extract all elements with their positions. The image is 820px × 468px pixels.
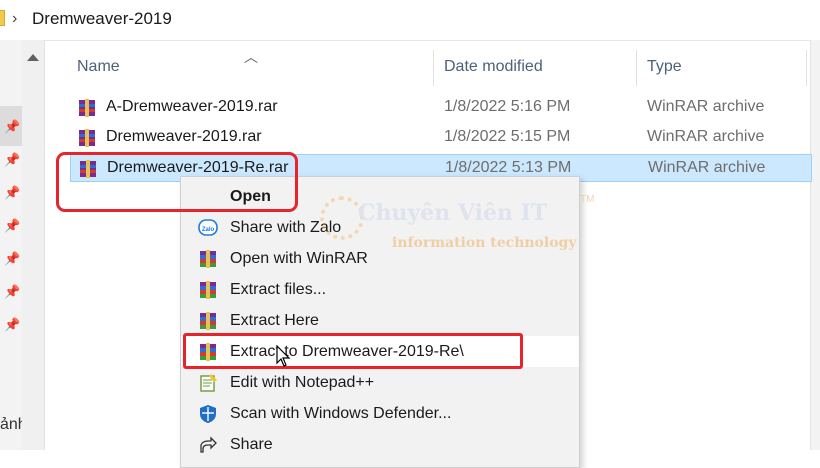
menu-item-edit-with-notepad-plus-plus[interactable]: Edit with Notepad++	[181, 367, 579, 398]
menu-item-open[interactable]: Open	[181, 181, 579, 212]
file-type: WinRAR archive	[647, 128, 765, 145]
menu-item-label: Share with Zalo	[230, 219, 342, 236]
watermark-trademark: TM	[580, 194, 595, 205]
pin-icon[interactable]: 📌	[4, 153, 20, 167]
pin-icon[interactable]: 📌	[4, 120, 20, 134]
zalo-icon: Zalo	[198, 219, 218, 236]
pin-icon[interactable]: 📌	[4, 186, 20, 200]
menu-item-label: Edit with Notepad++	[230, 374, 375, 391]
menu-item-extract-files[interactable]: Extract files...	[181, 274, 579, 305]
defender-shield-icon	[200, 405, 216, 423]
file-type: WinRAR archive	[648, 159, 766, 176]
winrar-icon	[200, 343, 216, 361]
file-name: Dremweaver-2019-Re.rar	[107, 159, 289, 176]
menu-item-label: Open with WinRAR	[230, 250, 368, 267]
mouse-cursor-icon	[276, 345, 291, 367]
context-menu: Open Zalo Share with Zalo Open with WinR…	[180, 176, 580, 468]
address-bar[interactable]: › Dremweaver-2019	[0, 0, 820, 41]
column-divider[interactable]	[636, 50, 637, 86]
share-icon	[200, 436, 217, 453]
menu-item-share-with-zalo[interactable]: Zalo Share with Zalo	[181, 212, 579, 243]
winrar-archive-icon	[79, 129, 95, 147]
menu-item-label: Scan with Windows Defender...	[230, 405, 452, 422]
file-name: Dremweaver-2019.rar	[106, 128, 262, 145]
pin-icon[interactable]: 📌	[4, 252, 20, 266]
nav-scrollbar[interactable]	[22, 40, 45, 450]
file-type: WinRAR archive	[647, 98, 765, 115]
navigation-pane: 📌 📌 📌 📌 📌 📌 📌	[0, 40, 22, 450]
menu-item-scan-with-windows-defender[interactable]: Scan with Windows Defender...	[181, 398, 579, 429]
file-row[interactable]: Dremweaver-2019.rar 1/8/2022 5:15 PM Win…	[70, 124, 812, 152]
pin-icon[interactable]: 📌	[4, 285, 20, 299]
menu-item-label: Extract to Dremweaver-2019-Re\	[230, 343, 464, 360]
winrar-archive-icon	[79, 99, 95, 117]
folder-icon	[0, 10, 5, 26]
winrar-icon	[200, 312, 216, 330]
menu-item-share[interactable]: Share	[181, 429, 579, 460]
breadcrumb-current-folder[interactable]: Dremweaver-2019	[32, 9, 172, 29]
menu-item-label: Extract files...	[230, 281, 327, 298]
menu-item-label: Share	[230, 436, 273, 453]
file-date: 1/8/2022 5:15 PM	[444, 128, 571, 145]
winrar-icon	[200, 281, 216, 299]
column-header-type[interactable]: Type	[647, 58, 682, 80]
pin-icon[interactable]: 📌	[4, 219, 20, 233]
menu-item-label: Open	[230, 188, 271, 205]
file-date: 1/8/2022 5:13 PM	[445, 159, 572, 176]
menu-item-label: Extract Here	[230, 312, 319, 329]
column-header-name[interactable]: Name	[77, 58, 120, 80]
winrar-icon	[200, 250, 216, 268]
menu-item-open-with-winrar[interactable]: Open with WinRAR	[181, 243, 579, 274]
menu-item-extract-to-folder[interactable]: Extract to Dremweaver-2019-Re\	[181, 336, 579, 367]
pin-icon[interactable]: 📌	[4, 318, 20, 332]
menu-item-extract-here[interactable]: Extract Here	[181, 305, 579, 336]
file-name: A-Dremweaver-2019.rar	[106, 98, 278, 115]
winrar-archive-icon	[80, 160, 96, 178]
file-date: 1/8/2022 5:16 PM	[444, 98, 571, 115]
column-divider[interactable]	[433, 50, 434, 86]
file-row[interactable]: A-Dremweaver-2019.rar 1/8/2022 5:16 PM W…	[70, 94, 812, 122]
column-divider[interactable]	[806, 50, 807, 86]
notepad-icon	[200, 374, 217, 392]
scroll-up-arrow-icon[interactable]	[27, 54, 39, 61]
sort-ascending-icon: ︿	[244, 49, 258, 65]
column-header-date[interactable]: Date modified	[444, 58, 543, 80]
svg-text:Zalo: Zalo	[202, 227, 215, 233]
breadcrumb-chevron[interactable]: ›	[12, 10, 17, 28]
